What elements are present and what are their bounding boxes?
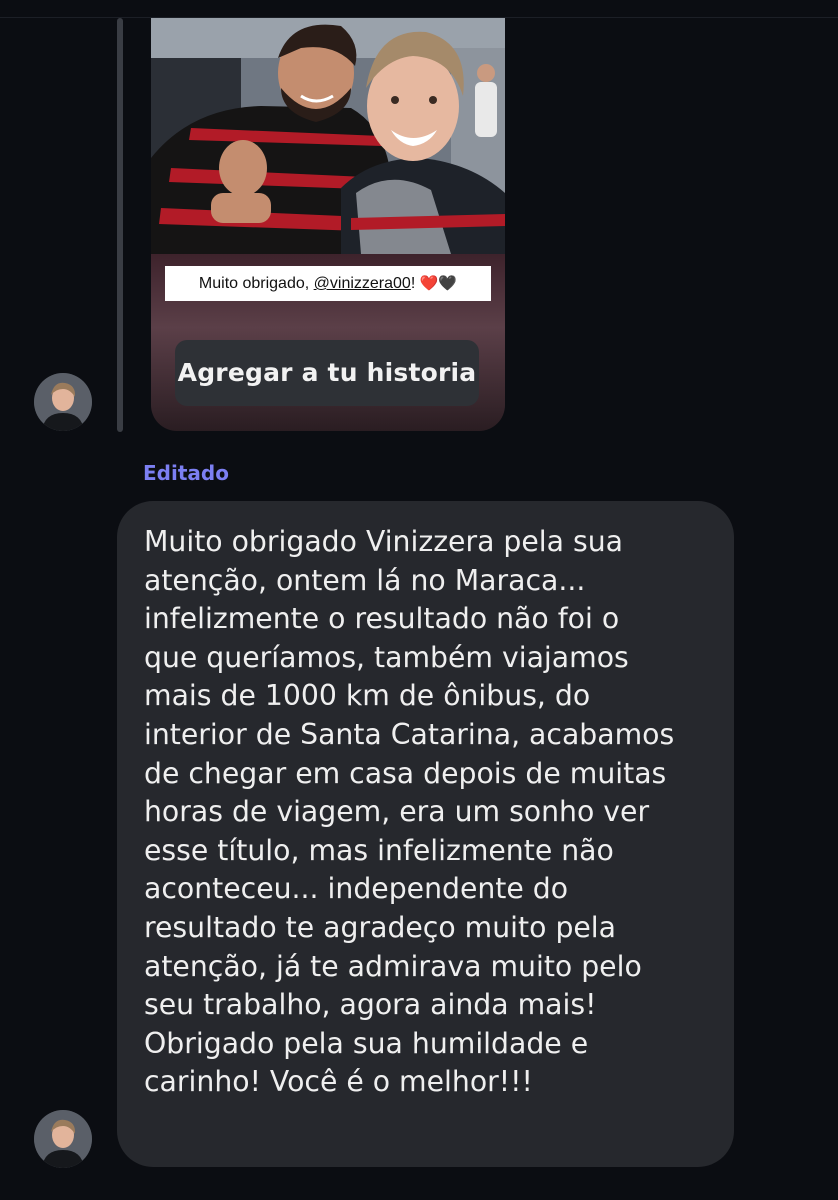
reply-thread-line [117, 18, 123, 432]
avatar-photo-icon [34, 1110, 92, 1168]
story-photo [151, 18, 505, 254]
message-text: Muito obrigado Vinizzera pela sua atençã… [144, 525, 675, 1099]
edited-label: Editado [143, 461, 229, 485]
black-heart-icon: 🖤 [438, 275, 458, 292]
avatar-photo-icon [34, 373, 92, 431]
caption-mention[interactable]: @vinizzera00 [314, 275, 411, 292]
story-reply-card[interactable]: Muito obrigado, @vinizzera00! ❤️🖤 Agrega… [151, 18, 505, 431]
caption-text: Muito obrigado, [198, 275, 314, 292]
add-to-story-button[interactable]: Agregar a tu historia [175, 340, 479, 406]
sender-avatar[interactable] [34, 1110, 92, 1168]
message-bubble[interactable]: Muito obrigado Vinizzera pela sua atençã… [117, 501, 734, 1167]
sender-avatar[interactable] [34, 373, 92, 431]
caption-suffix: ! [410, 275, 416, 292]
dm-thread: Muito obrigado, @vinizzera00! ❤️🖤 Agrega… [0, 0, 838, 1200]
story-caption: Muito obrigado, @vinizzera00! ❤️🖤 [165, 266, 491, 301]
red-heart-icon: ❤️ [419, 275, 439, 292]
